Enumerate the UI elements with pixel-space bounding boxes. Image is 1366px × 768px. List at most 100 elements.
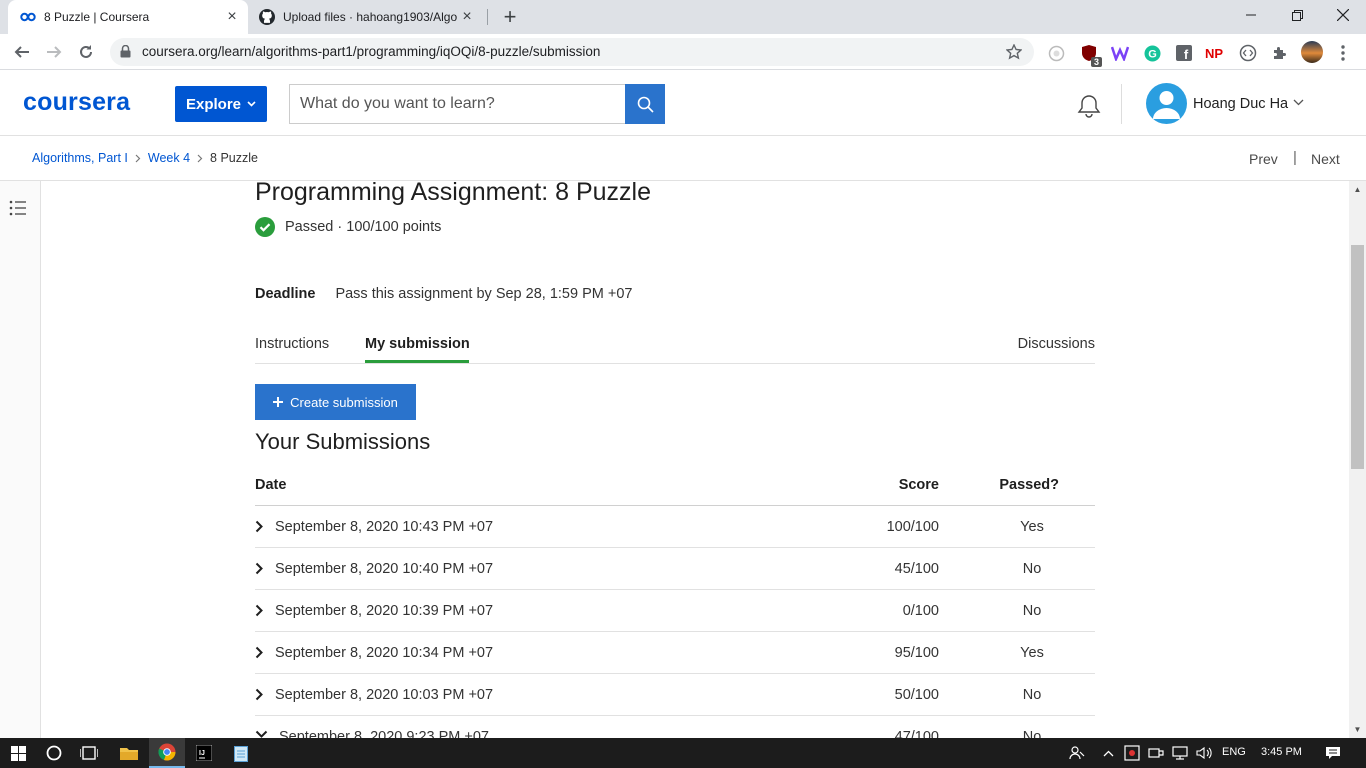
- assignment-tabs: Instructions My submission Discussions: [255, 328, 1095, 364]
- chrome-taskbar-icon[interactable]: [149, 738, 185, 768]
- table-row[interactable]: September 8, 2020 10:34 PM +07 95/100 Ye…: [255, 632, 1095, 674]
- create-submission-button[interactable]: Create submission: [255, 384, 416, 420]
- clock[interactable]: 3:45 PM: [1261, 746, 1302, 758]
- submission-date: September 8, 2020 10:39 PM +07: [275, 603, 494, 619]
- notepad-icon[interactable]: [224, 738, 258, 768]
- breadcrumb-bar: Algorithms, Part I Week 4 8 Puzzle Prev …: [0, 136, 1366, 181]
- scrollbar-thumb[interactable]: [1351, 245, 1364, 469]
- notification-center-icon[interactable]: [1320, 738, 1346, 768]
- table-row[interactable]: September 8, 2020 10:43 PM +07 100/100 Y…: [255, 506, 1095, 548]
- profile-avatar-icon[interactable]: [1301, 41, 1323, 63]
- np-extension-icon[interactable]: NP: [1205, 44, 1223, 62]
- deadline-value: Pass this assignment by Sep 28, 1:59 PM …: [335, 286, 633, 302]
- table-row[interactable]: September 8, 2020 10:40 PM +07 45/100 No: [255, 548, 1095, 590]
- column-date: Date: [255, 477, 287, 493]
- intellij-icon[interactable]: IJ: [187, 738, 221, 768]
- extensions-puzzle-icon[interactable]: [1271, 44, 1289, 62]
- page-scrollbar[interactable]: ▲ ▼: [1349, 181, 1366, 738]
- avatar[interactable]: [1146, 83, 1187, 124]
- notifications-bell-icon[interactable]: [1076, 94, 1102, 118]
- breadcrumb: Algorithms, Part I Week 4 8 Puzzle: [32, 151, 258, 165]
- forward-icon[interactable]: [40, 38, 68, 66]
- tab-instructions[interactable]: Instructions: [255, 336, 329, 352]
- input-language[interactable]: ENG: [1222, 746, 1246, 758]
- ublock-icon[interactable]: 3: [1080, 44, 1102, 67]
- windows-start-icon[interactable]: [0, 738, 36, 768]
- task-view-icon[interactable]: [73, 738, 105, 768]
- address-bar[interactable]: coursera.org/learn/algorithms-part1/prog…: [110, 38, 1034, 66]
- scroll-up-icon[interactable]: ▲: [1349, 181, 1366, 198]
- chevron-down-icon: [247, 101, 256, 107]
- device-tray-icon[interactable]: [1146, 738, 1166, 768]
- breadcrumb-course[interactable]: Algorithms, Part I: [32, 151, 128, 165]
- browser-tab-coursera[interactable]: 8 Puzzle | Coursera ×: [8, 0, 248, 34]
- close-window-icon[interactable]: [1320, 0, 1366, 30]
- submission-date: September 8, 2020 10:34 PM +07: [275, 645, 494, 661]
- tab-discussions[interactable]: Discussions: [1018, 336, 1095, 352]
- bookmark-star-icon[interactable]: [1006, 44, 1022, 60]
- network-icon[interactable]: [1170, 738, 1190, 768]
- file-explorer-icon[interactable]: [112, 738, 146, 768]
- submission-date: September 8, 2020 10:03 PM +07: [275, 687, 494, 703]
- url-text: coursera.org/learn/algorithms-part1/prog…: [142, 44, 601, 59]
- chevron-right-icon[interactable]: [255, 562, 264, 575]
- breadcrumb-week[interactable]: Week 4: [148, 151, 190, 165]
- lock-icon: [120, 45, 131, 58]
- grammarly-icon[interactable]: G: [1143, 44, 1161, 62]
- windows-taskbar: IJ ENG 3:45 PM: [0, 738, 1366, 768]
- minimize-icon[interactable]: [1228, 0, 1274, 30]
- breadcrumb-current: 8 Puzzle: [210, 151, 258, 165]
- code-extension-icon[interactable]: [1239, 44, 1257, 62]
- submissions-title: Your Submissions: [255, 429, 431, 454]
- volume-icon[interactable]: [1194, 738, 1214, 768]
- menu-more-icon[interactable]: [1334, 44, 1352, 62]
- explore-button[interactable]: Explore: [175, 86, 267, 122]
- submission-score: 95/100: [894, 645, 939, 661]
- submissions-table: Date Score Passed? September 8, 2020 10:…: [255, 472, 1095, 758]
- coursera-logo[interactable]: coursera: [23, 88, 130, 117]
- submission-score: 0/100: [902, 603, 939, 619]
- chevron-right-icon[interactable]: [255, 604, 264, 617]
- chevron-right-icon[interactable]: [255, 688, 264, 701]
- extension-timer-icon[interactable]: [1047, 44, 1065, 62]
- prev-link[interactable]: Prev: [1249, 151, 1278, 167]
- submission-score: 50/100: [894, 687, 939, 703]
- chevron-up-icon[interactable]: [1098, 738, 1118, 768]
- browser-tab-github[interactable]: Upload files · hahoang1903/Algo ×: [250, 0, 488, 34]
- reload-icon[interactable]: [72, 38, 100, 66]
- search-circle-icon[interactable]: [38, 738, 70, 768]
- browser-toolbar: coursera.org/learn/algorithms-part1/prog…: [0, 34, 1366, 70]
- table-row[interactable]: September 8, 2020 10:39 PM +07 0/100 No: [255, 590, 1095, 632]
- close-icon[interactable]: ×: [224, 8, 240, 25]
- plus-icon: [273, 397, 284, 407]
- user-name[interactable]: Hoang Duc Ha: [1193, 96, 1288, 112]
- column-passed: Passed?: [999, 477, 1059, 493]
- chevron-down-icon[interactable]: [1293, 99, 1304, 106]
- people-icon[interactable]: [1066, 738, 1088, 768]
- table-row[interactable]: September 8, 2020 10:03 PM +07 50/100 No: [255, 674, 1095, 716]
- restore-icon[interactable]: [1274, 0, 1320, 30]
- prev-next-separator: |: [1293, 149, 1297, 166]
- scroll-down-icon[interactable]: ▼: [1349, 721, 1366, 738]
- antivirus-tray-icon[interactable]: [1122, 738, 1142, 768]
- chevron-right-icon[interactable]: [255, 646, 264, 659]
- active-tab-indicator: [365, 360, 469, 363]
- back-icon[interactable]: [8, 38, 36, 66]
- table-header: Date Score Passed?: [255, 472, 1095, 506]
- svg-text:IJ: IJ: [199, 750, 205, 757]
- next-link[interactable]: Next: [1311, 151, 1340, 167]
- chevron-right-icon[interactable]: [255, 520, 264, 533]
- close-icon[interactable]: ×: [459, 8, 475, 25]
- search-input[interactable]: [289, 84, 626, 124]
- search-button[interactable]: [625, 84, 665, 124]
- facebook-icon[interactable]: f: [1175, 44, 1193, 62]
- submission-date: September 8, 2020 10:43 PM +07: [275, 519, 494, 535]
- submission-passed-text: No: [1022, 561, 1042, 577]
- new-tab-icon[interactable]: +: [499, 4, 521, 29]
- tab-my-submission[interactable]: My submission: [365, 336, 470, 352]
- wappalyzer-icon[interactable]: [1111, 44, 1129, 62]
- github-icon: [259, 9, 275, 25]
- course-menu-icon[interactable]: [9, 200, 27, 216]
- chevron-right-icon: [135, 154, 141, 163]
- tab-title: 8 Puzzle | Coursera: [44, 10, 150, 24]
